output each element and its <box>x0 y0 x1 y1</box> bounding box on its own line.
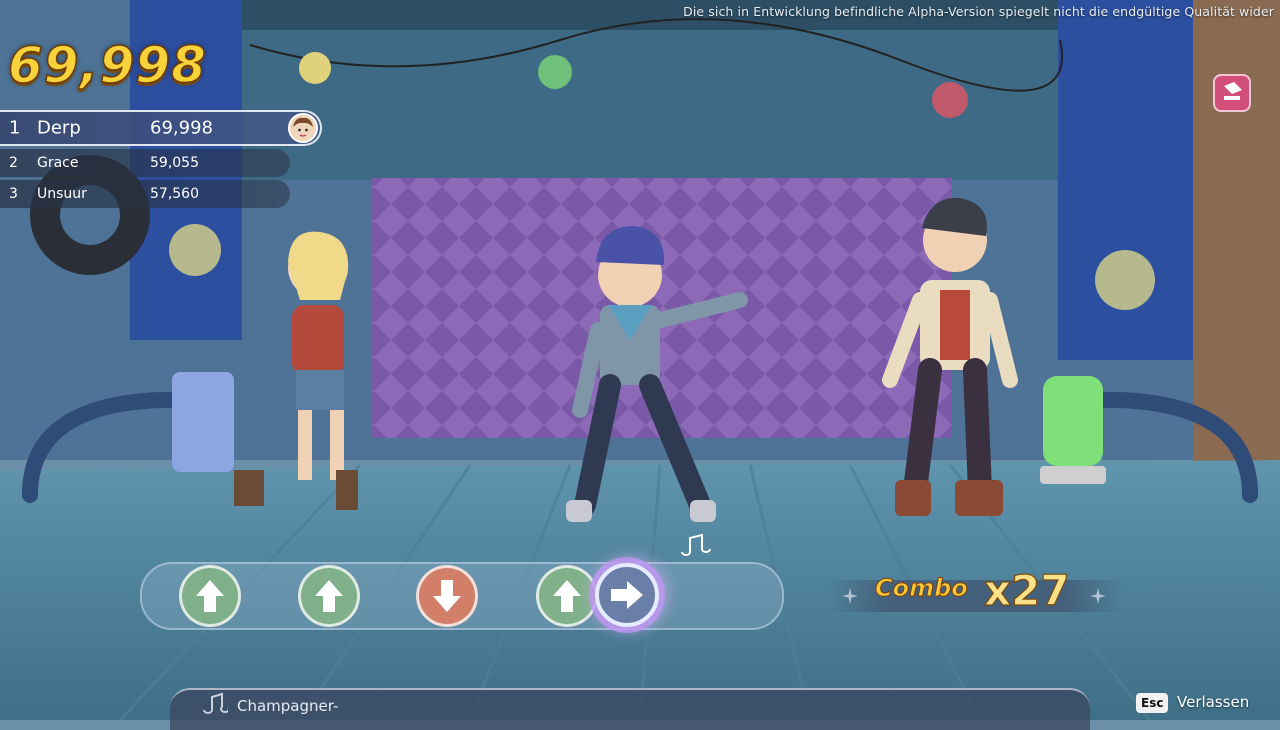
leaderboard-row: 2 Grace 59,055 <box>0 149 290 177</box>
leaderboard-rank: 2 <box>9 155 18 171</box>
arrow-up-icon <box>298 565 360 627</box>
leaderboard: 1 Derp 69,998 2 Grace 59,055 3 Unsuur 57… <box>0 110 330 211</box>
arrow-up-icon <box>179 565 241 627</box>
leaderboard-name: Grace <box>37 155 79 171</box>
combo-panel <box>828 580 1124 612</box>
leaderboard-name: Derp <box>37 117 81 139</box>
combo-count: x27 <box>983 565 1070 615</box>
arrow-down-icon <box>416 565 478 627</box>
leaderboard-row: 1 Derp 69,998 <box>0 110 322 146</box>
leaderboard-rank: 3 <box>9 186 18 202</box>
leaderboard-score: 59,055 <box>150 155 199 171</box>
leaderboard-row: 3 Unsuur 57,560 <box>0 180 290 208</box>
avatar-face-icon <box>290 115 316 141</box>
leaderboard-score: 69,998 <box>150 117 213 139</box>
sparkle-icon <box>1090 588 1106 604</box>
leaderboard-name: Unsuur <box>37 186 87 202</box>
leaderboard-score: 57,560 <box>150 186 199 202</box>
music-note-icon <box>203 692 228 714</box>
menu-badge-icon[interactable] <box>1213 74 1251 112</box>
player-avatar <box>288 113 318 143</box>
total-score: 69,998 <box>7 35 207 95</box>
music-note-icon <box>681 533 711 556</box>
song-title: Champagner- <box>237 697 339 715</box>
esc-key-hint[interactable]: Esc <box>1136 693 1169 713</box>
arrow-up-icon <box>536 565 598 627</box>
sparkle-icon <box>842 588 858 604</box>
alpha-version-notice: Die sich in Entwicklung befindliche Alph… <box>683 4 1274 19</box>
arrow-right-icon <box>595 563 659 627</box>
exit-label[interactable]: Verlassen <box>1177 693 1249 711</box>
combo-label: Combo <box>875 574 969 603</box>
leaderboard-rank: 1 <box>9 117 21 139</box>
